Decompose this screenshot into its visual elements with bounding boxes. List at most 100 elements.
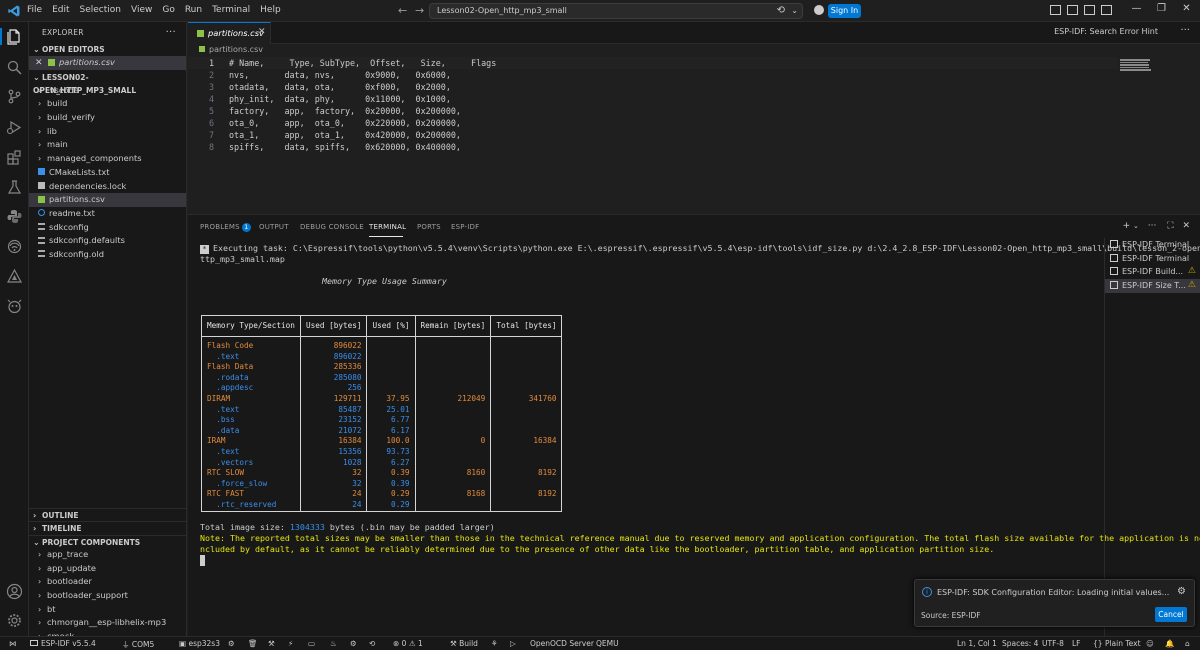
build-wrench-icon[interactable]: ⚒ — [268, 639, 275, 648]
tab-terminal[interactable]: TERMINAL — [369, 223, 406, 231]
tab-ports[interactable]: PORTS — [417, 223, 441, 231]
more-actions-icon[interactable]: ··· — [166, 22, 176, 43]
end-of-line[interactable]: LF — [1072, 639, 1081, 648]
tab-partitions-csv[interactable]: partitions.csv ✕ — [188, 22, 271, 44]
menu-run[interactable]: Run — [185, 5, 202, 15]
cursor-position[interactable]: Ln 1, Col 1 — [957, 639, 997, 648]
open-editor-item[interactable]: ✕ partitions.csv — [29, 56, 186, 70]
code-editor[interactable]: 1 # Name, Type, SubType, Offset, Size, Fl… — [188, 57, 1200, 213]
full-clean-trash-icon[interactable]: 🗑 — [248, 639, 258, 648]
flash-bolt-icon[interactable]: ⚡ — [288, 639, 293, 648]
command-center-search[interactable]: Lesson02-Open_http_mp3_small ⟲ ⌄ — [429, 3, 803, 19]
terminal-instance[interactable]: ESP-IDF Build... ⚠ — [1105, 265, 1200, 279]
toggle-primary-sidebar-icon[interactable] — [1050, 5, 1061, 15]
timeline-section[interactable]: › TIMELINE — [29, 521, 186, 534]
copilot-status-icon[interactable]: ☺ — [1146, 639, 1154, 648]
component-item[interactable]: › app_update — [29, 562, 186, 576]
close-panel-icon[interactable]: ✕ — [1182, 221, 1190, 231]
build-task[interactable]: ⚒ Build — [450, 639, 478, 648]
file-item[interactable]: sdkconfig — [29, 221, 186, 235]
esp-idf-search-error-hint[interactable]: ESP-IDF: Search Error Hint — [1054, 27, 1158, 36]
accounts-status-icon[interactable]: ⌂ — [1185, 639, 1190, 648]
project-components-section[interactable]: ⌄ PROJECT COMPONENTS — [29, 535, 186, 548]
sign-in-button[interactable]: Sign In — [828, 4, 861, 18]
open-editors-section[interactable]: ⌄ OPEN EDITORS — [29, 43, 186, 56]
indentation[interactable]: Spaces: 4 — [1002, 639, 1038, 648]
folder-item[interactable]: › managed_components — [29, 152, 186, 166]
file-item[interactable]: CMakeLists.txt — [29, 166, 186, 180]
component-item[interactable]: › bootloader_support — [29, 589, 186, 603]
flash-monitor-icon[interactable]: ⟲ — [369, 639, 375, 648]
outline-section[interactable]: › OUTLINE — [29, 508, 186, 521]
component-item[interactable]: › bt — [29, 603, 186, 617]
settings-gear-icon[interactable] — [6, 612, 23, 629]
cancel-button[interactable]: Cancel — [1155, 607, 1187, 622]
folder-item[interactable]: › lib — [29, 125, 186, 139]
esp-idf-version[interactable]: ESP-IDF v5.5.4 — [30, 639, 96, 648]
notification-settings-icon[interactable]: ⚙ — [1177, 586, 1186, 597]
run-debug-icon[interactable] — [6, 119, 23, 136]
debug-icon[interactable]: ⚙ — [350, 639, 357, 648]
remote-explorer-icon[interactable] — [6, 238, 23, 255]
tab-esp-idf[interactable]: ESP-IDF — [451, 223, 479, 231]
component-item[interactable]: › app_trace — [29, 548, 186, 562]
file-item[interactable]: sdkconfig.defaults — [29, 234, 186, 248]
terminal-instance[interactable]: ESP-IDF Size T... ⚠ — [1105, 279, 1200, 293]
openocd-icon[interactable]: ⚘ — [491, 639, 498, 648]
folder-item[interactable]: › build — [29, 97, 186, 111]
back-arrow-icon[interactable]: ← — [398, 4, 407, 17]
file-item[interactable]: readme.txt — [29, 207, 186, 221]
restore-icon[interactable]: ❐ — [1149, 3, 1174, 14]
chevron-down-icon[interactable]: ⌄ — [1133, 222, 1139, 230]
tab-debug-console[interactable]: DEBUG CONSOLE — [300, 223, 364, 231]
toggle-secondary-sidebar-icon[interactable] — [1084, 5, 1095, 15]
component-item[interactable]: › bootloader — [29, 575, 186, 589]
python-icon[interactable] — [6, 208, 23, 225]
accounts-icon[interactable] — [6, 583, 23, 600]
qemu[interactable]: QEMU — [596, 639, 619, 648]
file-item[interactable]: partitions.csv — [29, 193, 186, 207]
problems-indicator[interactable]: ⊗ 0 ⚠ 1 — [393, 639, 423, 648]
folder-item[interactable]: › build_verify — [29, 111, 186, 125]
tab-problems[interactable]: PROBLEMS 1 — [200, 223, 251, 232]
forward-arrow-icon[interactable]: → — [415, 4, 424, 17]
more-actions-icon[interactable]: ··· — [1148, 221, 1157, 231]
toggle-panel-icon[interactable] — [1067, 5, 1078, 15]
terminal-instance[interactable]: ESP-IDF Terminal — [1105, 238, 1200, 252]
project-folder-section[interactable]: ⌄ LESSON02-OPEN_HTTP_MP3_SMALL — [29, 71, 186, 95]
close-window-icon[interactable]: ✕ — [1174, 3, 1199, 14]
monitor-screen-icon[interactable]: ▭ — [308, 639, 315, 648]
language-mode[interactable]: {} Plain Text — [1093, 639, 1141, 648]
copilot-icon[interactable]: ⟲ — [777, 5, 785, 16]
extensions-icon[interactable] — [6, 149, 23, 166]
file-item[interactable]: dependencies.lock — [29, 180, 186, 194]
tab-output[interactable]: OUTPUT — [259, 223, 289, 231]
menu-edit[interactable]: Edit — [52, 5, 69, 15]
component-item[interactable]: › chmorgan__esp-libhelix-mp3 — [29, 616, 186, 630]
search-icon[interactable] — [6, 59, 23, 76]
new-terminal-icon[interactable]: + — [1123, 221, 1131, 231]
menu-file[interactable]: File — [27, 5, 42, 15]
remote-indicator-icon[interactable]: ⋈ — [9, 639, 17, 648]
menu-help[interactable]: Help — [260, 5, 281, 15]
menu-terminal[interactable]: Terminal — [212, 5, 250, 15]
esp-idf-monitor-icon[interactable] — [6, 298, 23, 315]
minimize-icon[interactable]: — — [1124, 3, 1149, 14]
customize-layout-icon[interactable] — [1101, 5, 1112, 15]
folder-item[interactable]: › .vscode — [29, 84, 186, 98]
menu-view[interactable]: View — [131, 5, 152, 15]
openocd-server[interactable]: OpenOCD Server — [530, 639, 594, 648]
chevron-down-icon[interactable]: ⌄ — [791, 6, 798, 15]
file-item[interactable]: sdkconfig.old — [29, 248, 186, 262]
notifications-icon[interactable]: 🔔 — [1165, 639, 1174, 648]
maximize-panel-icon[interactable]: ⛶ — [1167, 221, 1173, 231]
testing-icon[interactable] — [6, 179, 23, 196]
serial-port[interactable]: ⏚ COM5 — [122, 639, 154, 650]
menu-go[interactable]: Go — [162, 5, 174, 15]
menu-selection[interactable]: Selection — [80, 5, 121, 15]
flame-icon[interactable]: ♨ — [330, 639, 337, 648]
folder-item[interactable]: › main — [29, 138, 186, 152]
target-chip[interactable]: ▣ esp32s3 — [179, 639, 220, 648]
more-actions-icon[interactable]: ··· — [1180, 25, 1190, 36]
esp-idf-explorer-icon[interactable] — [6, 268, 23, 285]
